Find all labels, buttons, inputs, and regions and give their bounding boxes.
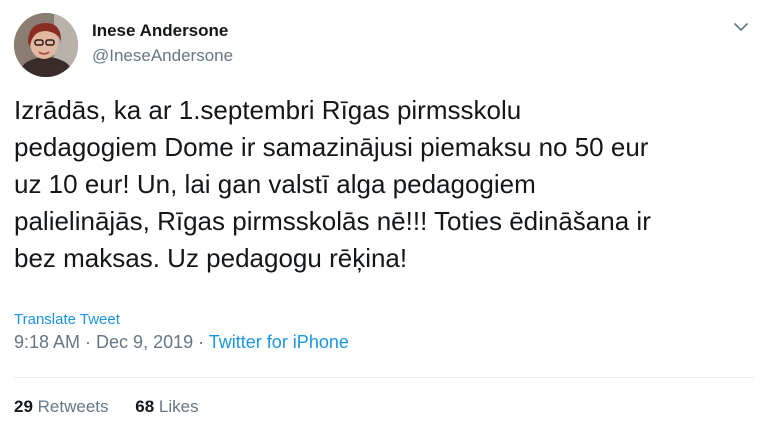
likes-count: 68: [135, 397, 155, 416]
tweet-time[interactable]: 9:18 AM: [14, 332, 80, 352]
tweet-stats: 29 Retweets 68 Likes: [14, 397, 199, 417]
tweet-text-line: palielinājās, Rīgas pirmsskolās nē!!! To…: [14, 206, 651, 236]
tweet-text: Izrādās, ka ar 1.septembri Rīgas pirmssk…: [14, 92, 754, 277]
tweet-meta: 9:18 AM · Dec 9, 2019 · Twitter for iPho…: [14, 332, 349, 353]
tweet-source-link[interactable]: Twitter for iPhone: [209, 332, 349, 352]
meta-separator: ·: [80, 332, 97, 352]
meta-separator: ·: [193, 332, 209, 352]
author-name[interactable]: Inese Andersone: [92, 21, 228, 41]
translate-tweet-link[interactable]: Translate Tweet: [14, 311, 120, 328]
author-handle[interactable]: @IneseAndersone: [92, 46, 233, 66]
tweet-text-line: uz 10 eur! Un, lai gan valstī alga pedag…: [14, 169, 536, 199]
likes-label: Likes: [158, 397, 199, 416]
tweet-date[interactable]: Dec 9, 2019: [96, 332, 193, 352]
avatar[interactable]: [14, 13, 78, 77]
tweet-card: Inese Andersone @IneseAndersone Izrādās,…: [0, 0, 768, 430]
retweets-count: 29: [14, 397, 33, 416]
likes-stat[interactable]: 68 Likes: [135, 397, 198, 416]
retweets-label: Retweets: [37, 397, 109, 416]
tweet-text-line: Izrādās, ka ar 1.septembri Rīgas pirmssk…: [14, 95, 522, 125]
tweet-text-line: bez maksas. Uz pedagogu rēķina!: [14, 243, 408, 273]
divider: [14, 377, 754, 378]
avatar-photo: [14, 13, 78, 77]
chevron-down-icon[interactable]: [732, 20, 750, 34]
retweets-stat[interactable]: 29 Retweets: [14, 397, 109, 416]
tweet-text-line: pedagogiem Dome ir samazinājusi piemaksu…: [14, 132, 649, 162]
